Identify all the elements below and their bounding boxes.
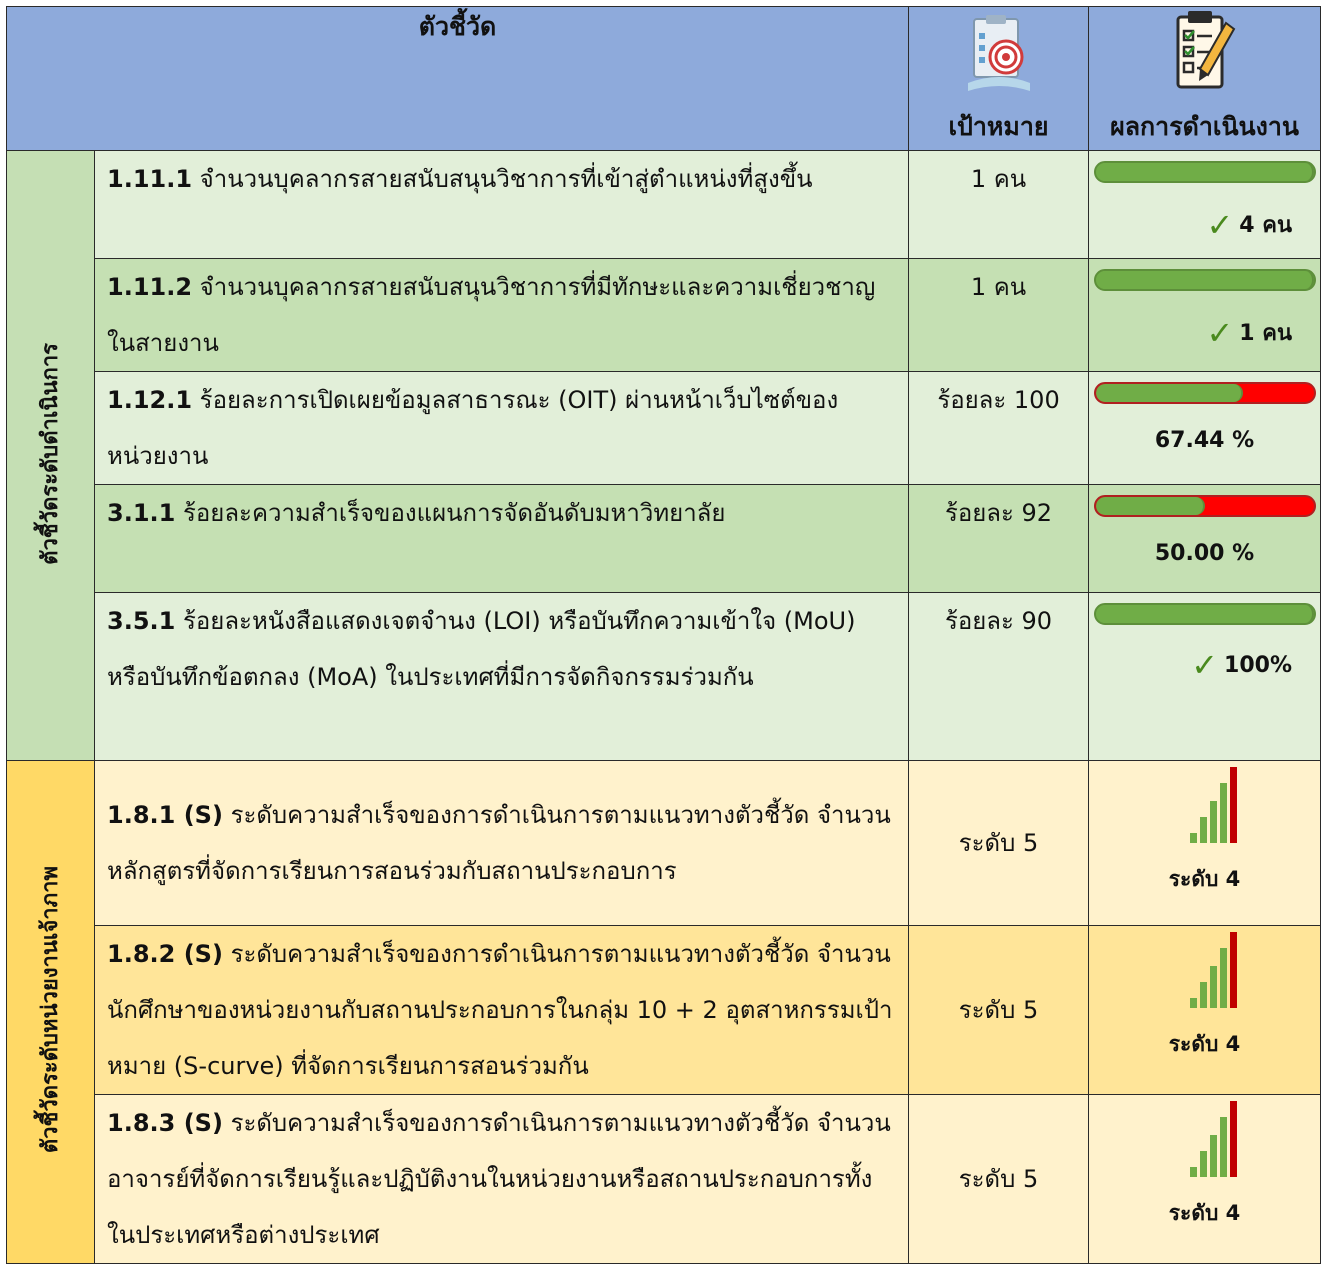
result-cell: ระดับ 4 <box>1088 760 1322 926</box>
indicator-cell: 1.8.1 (S) ระดับความสำเร็จของการดำเนินการ… <box>93 760 910 926</box>
result-value: ระดับ 4 <box>1168 1032 1241 1056</box>
target-cell: ร้อยละ 92 <box>908 484 1090 593</box>
level-bar <box>1230 932 1238 1008</box>
table-row: ตัวชี้วัดระดับดำเนินการ 1.11.1 จำนวนบุคล… <box>6 150 1322 761</box>
progress-bar <box>1093 269 1316 291</box>
result-cell: 67.44 % <box>1088 371 1322 485</box>
level-bar <box>1210 1135 1218 1177</box>
result-header-label: ผลการดำเนินงาน <box>1110 112 1299 141</box>
check-icon: ✓ <box>1206 313 1234 352</box>
progress-fill <box>1095 497 1205 515</box>
progress-bar <box>1093 603 1316 625</box>
indicator-cell: 1.8.3 (S) ระดับความสำเร็จของการดำเนินการ… <box>93 1094 910 1264</box>
result-value: ระดับ 4 <box>1168 867 1241 891</box>
progress-bar <box>1093 495 1316 517</box>
level-bar <box>1190 1167 1198 1177</box>
target-cell: ระดับ 5 <box>908 925 1090 1095</box>
indicator-header: ตัวชี้วัด <box>5 6 910 151</box>
result-value: 100% <box>1224 652 1293 678</box>
result-value: 4 คน <box>1239 213 1293 238</box>
level-bars-icon <box>1089 1101 1320 1177</box>
level-bar <box>1210 966 1218 1008</box>
result-cell: ระดับ 4 <box>1088 1094 1322 1264</box>
result-cell: ✓ 4 คน <box>1088 150 1322 259</box>
target-cell: ระดับ 5 <box>908 1094 1090 1264</box>
result-cell: ✓ 1 คน <box>1088 258 1322 372</box>
target-cell: 1 คน <box>908 258 1090 372</box>
target-cell: ร้อยละ 100 <box>908 371 1090 485</box>
progress-fill <box>1095 163 1314 181</box>
table-row: 1.8.3 (S) ระดับความสำเร็จของการดำเนินการ… <box>6 1094 1322 1264</box>
target-cell: ร้อยละ 90 <box>908 592 1090 761</box>
level-bar <box>1190 998 1198 1008</box>
result-cell: 50.00 % <box>1088 484 1322 593</box>
table-row: 3.1.1 ร้อยละความสำเร็จของแผนการจัดอันดับ… <box>6 484 1322 593</box>
checklist-clipboard-icon <box>1176 11 1235 89</box>
progress-bar <box>1093 161 1316 183</box>
target-clipboard-icon <box>967 15 1030 91</box>
level-bar <box>1200 817 1208 843</box>
level-bars-icon <box>1089 932 1320 1008</box>
progress-bar <box>1093 382 1316 404</box>
result-value: 50.00 % <box>1154 541 1255 566</box>
group-label-operational: ตัวชี้วัดระดับดำเนินการ <box>6 150 95 761</box>
result-header: ผลการดำเนินงาน <box>1088 6 1322 151</box>
level-bar <box>1200 982 1208 1008</box>
table-row: 1.11.2 จำนวนบุคลากรสายสนับสนุนวิชาการที่… <box>6 258 1322 372</box>
level-bar <box>1200 1151 1208 1177</box>
result-value: ระดับ 4 <box>1168 1201 1241 1225</box>
indicator-cell: 1.11.2 จำนวนบุคลากรสายสนับสนุนวิชาการที่… <box>93 258 910 372</box>
header-row: ตัวชี้วัด เป้าหมาย ผลการดำเนินงาน <box>5 6 1322 151</box>
target-header-label: เป้าหมาย <box>948 112 1049 141</box>
level-bar <box>1220 783 1228 843</box>
level-bar <box>1210 801 1218 843</box>
target-cell: 1 คน <box>908 150 1090 259</box>
result-cell: ระดับ 4 <box>1088 925 1322 1095</box>
table-row: 1.12.1 ร้อยละการเปิดเผยข้อมูลสาธารณะ (OI… <box>6 371 1322 485</box>
progress-fill <box>1095 271 1314 289</box>
result-value: 67.44 % <box>1154 428 1255 453</box>
progress-fill <box>1095 605 1314 623</box>
result-value: 1 คน <box>1239 321 1293 346</box>
check-icon: ✓ <box>1191 646 1219 684</box>
level-bars-icon <box>1089 767 1320 843</box>
indicator-cell: 3.5.1 ร้อยละหนังสือแสดงเจตจำนง (LOI) หรื… <box>93 592 910 761</box>
result-cell: ✓ 100% <box>1088 592 1322 761</box>
level-bar <box>1190 833 1198 843</box>
indicator-cell: 1.11.1 จำนวนบุคลากรสายสนับสนุนวิชาการที่… <box>93 150 910 259</box>
level-bar <box>1230 1101 1238 1177</box>
table-row: 3.5.1 ร้อยละหนังสือแสดงเจตจำนง (LOI) หรื… <box>6 592 1322 761</box>
level-bar <box>1220 948 1228 1008</box>
progress-fill <box>1095 384 1243 402</box>
check-icon: ✓ <box>1206 205 1234 244</box>
table-row: ตัวชี้วัดระดับหน่วยงานเจ้าภาพ 1.8.1 (S) … <box>6 760 1322 1264</box>
indicator-cell: 3.1.1 ร้อยละความสำเร็จของแผนการจัดอันดับ… <box>93 484 910 593</box>
level-bar <box>1220 1117 1228 1177</box>
group-label-host-unit: ตัวชี้วัดระดับหน่วยงานเจ้าภาพ <box>6 760 95 1264</box>
level-bar <box>1230 767 1238 843</box>
kpi-table: ตัวชี้วัด เป้าหมาย ผลการดำเนินงาน ตัวชี้… <box>5 6 1322 1264</box>
table-row: 1.8.2 (S) ระดับความสำเร็จของการดำเนินการ… <box>6 925 1322 1095</box>
indicator-cell: 1.8.2 (S) ระดับความสำเร็จของการดำเนินการ… <box>93 925 910 1095</box>
target-header: เป้าหมาย <box>908 6 1090 151</box>
indicator-cell: 1.12.1 ร้อยละการเปิดเผยข้อมูลสาธารณะ (OI… <box>93 371 910 485</box>
target-cell: ระดับ 5 <box>908 760 1090 926</box>
